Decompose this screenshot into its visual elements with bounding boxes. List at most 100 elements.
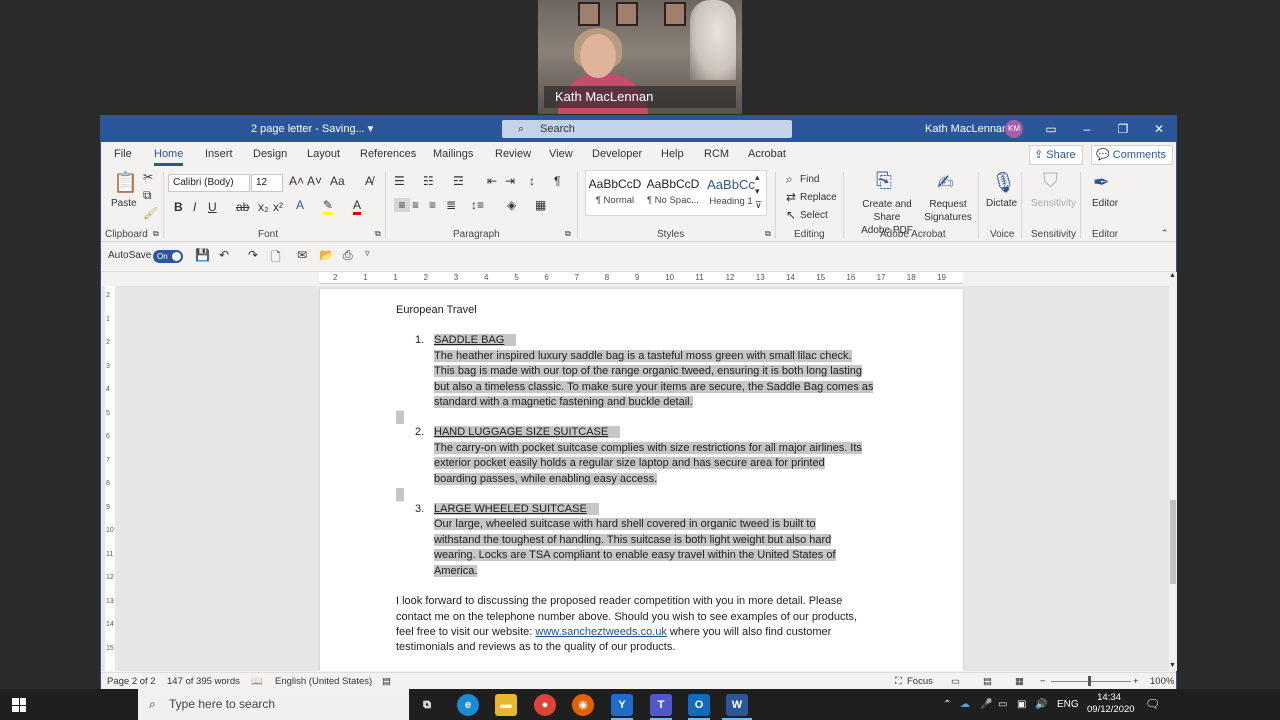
tab-insert[interactable]: Insert (205, 148, 233, 160)
grow-font-icon[interactable]: A˄ (289, 174, 304, 188)
tab-home[interactable]: Home (154, 148, 184, 166)
microphone-icon[interactable]: 🎤 (980, 689, 992, 720)
zoom-slider-thumb[interactable] (1088, 676, 1091, 686)
style-no-spacing[interactable]: AaBbCcD ¶ No Spac... (644, 171, 702, 215)
styles-scroll-down-icon[interactable]: ▾ (755, 186, 760, 197)
highlight-icon[interactable]: ✎ (323, 198, 334, 215)
focus-icon[interactable]: ⛶ (895, 676, 902, 687)
tab-layout[interactable]: Layout (307, 148, 340, 160)
paste-label[interactable]: Paste (111, 198, 137, 209)
tab-file[interactable]: File (114, 148, 132, 160)
user-name[interactable]: Kath MacLennan (925, 123, 1008, 135)
customize-qat-icon[interactable]: ▿ (365, 248, 370, 259)
font-color-icon[interactable]: A (353, 198, 362, 215)
sort-icon[interactable]: ↕ (529, 174, 535, 188)
replace-icon[interactable]: ⇄ (786, 190, 796, 204)
shrink-font-icon[interactable]: A˅ (307, 174, 322, 188)
chrome-icon[interactable]: ● (534, 694, 556, 716)
find-label[interactable]: Find (800, 174, 819, 185)
tab-help[interactable]: Help (661, 148, 684, 160)
dictate-label[interactable]: Dictate (986, 198, 1017, 209)
align-center-icon[interactable]: ≡ (412, 198, 419, 212)
open-folder-icon[interactable]: 📂 (319, 248, 334, 262)
strikethrough-icon[interactable]: ab (236, 200, 249, 214)
style-normal[interactable]: AaBbCcD ¶ Normal (586, 171, 644, 215)
styles-scroll-up-icon[interactable]: ▴ (755, 172, 760, 183)
zoom-in-icon[interactable]: + (1133, 676, 1139, 687)
outlook-icon[interactable]: O (688, 694, 710, 716)
proofing-icon[interactable]: 📖 (251, 676, 263, 687)
print-layout-icon[interactable]: ▤ (983, 676, 992, 687)
horizontal-ruler[interactable]: 2 1 1 2 3 4 5 6 7 8 9 10 11 12 13 14 15 16 17 18 19 (101, 272, 1176, 285)
print-preview-icon[interactable]: ⎙ (343, 248, 353, 263)
share-button[interactable]: ⇪ Share (1029, 145, 1083, 165)
justify-icon[interactable]: ≣ (446, 198, 456, 212)
avatar[interactable]: KM (1005, 120, 1023, 138)
taskbar-search[interactable]: ⌕ Type here to search (138, 689, 409, 720)
increase-indent-icon[interactable]: ⇥ (505, 174, 515, 188)
shading-icon[interactable]: ◈ (507, 198, 516, 212)
tab-acrobat[interactable]: Acrobat (748, 148, 786, 160)
copy-icon[interactable]: ⧉ (143, 188, 152, 203)
align-left-icon[interactable]: ≡ (394, 198, 410, 212)
start-button[interactable] (0, 689, 38, 720)
scroll-up-icon[interactable]: ▲ (1169, 272, 1176, 279)
microphone-icon[interactable]: 🎙 (991, 170, 1016, 195)
bold-icon[interactable]: B (174, 200, 183, 214)
task-view-icon[interactable]: ⧉ (416, 694, 438, 716)
format-painter-icon[interactable]: 🖌 (143, 206, 158, 220)
show-marks-icon[interactable]: ¶ (554, 174, 560, 188)
tab-references[interactable]: References (360, 148, 416, 160)
read-mode-icon[interactable]: ▭ (951, 676, 960, 687)
autosave-toggle[interactable]: On (153, 250, 183, 263)
tab-rcm[interactable]: RCM (704, 148, 729, 160)
undo-icon[interactable]: ↶ (219, 248, 229, 262)
onedrive-icon[interactable]: ☁ (960, 689, 970, 720)
request-signatures-icon[interactable]: ✍ (937, 170, 954, 195)
editor-button-label[interactable]: Editor (1092, 198, 1118, 209)
input-language[interactable]: ENG (1057, 689, 1079, 720)
vertical-ruler[interactable]: 2 1 2 3 4 5 6 7 8 9 10 11 12 13 14 15 (105, 286, 115, 671)
redo-icon[interactable]: ↷ (248, 248, 258, 262)
select-icon[interactable]: ↖ (786, 208, 796, 222)
align-right-icon[interactable]: ≡ (429, 198, 436, 212)
create-pdf-icon[interactable]: ⎘ (876, 170, 892, 193)
website-link[interactable]: www.sancheztweeds.co.uk (535, 626, 666, 638)
tab-review[interactable]: Review (495, 148, 531, 160)
page-body[interactable]: European Travel 1. SADDLE BAG The heathe… (396, 303, 892, 656)
paragraph-dialog-launcher-icon[interactable]: ⧉ (565, 229, 571, 239)
editor-icon[interactable]: ✒ (1093, 170, 1110, 195)
text-effects-icon[interactable]: A (296, 198, 304, 212)
outlook-calendar-icon[interactable]: Y (611, 694, 633, 716)
scroll-thumb[interactable] (1170, 500, 1176, 584)
vertical-scrollbar[interactable]: ▲ ▼ (1169, 272, 1177, 671)
select-label[interactable]: Select (800, 210, 828, 221)
zoom-out-icon[interactable]: − (1040, 676, 1046, 687)
dialog-launcher-icon[interactable]: ⧉ (153, 229, 159, 239)
borders-icon[interactable]: ▦ (535, 198, 546, 212)
tab-developer[interactable]: Developer (592, 148, 642, 160)
teams-icon[interactable]: T (650, 694, 672, 716)
subscript-icon[interactable]: x₂ (258, 200, 269, 214)
restore-icon[interactable]: ❐ (1105, 116, 1141, 142)
web-layout-icon[interactable]: ▦ (1015, 676, 1024, 687)
collapse-ribbon-icon[interactable]: ⌃ (1161, 228, 1169, 239)
decrease-indent-icon[interactable]: ⇤ (487, 174, 497, 188)
ribbon-display-icon[interactable]: ▭ (1033, 116, 1069, 142)
italic-icon[interactable]: I (193, 200, 196, 214)
file-explorer-icon[interactable]: ▬ (495, 694, 517, 716)
font-dialog-launcher-icon[interactable]: ⧉ (375, 229, 381, 239)
tab-design[interactable]: Design (253, 148, 287, 160)
tab-mailings[interactable]: Mailings (433, 148, 473, 160)
styles-dialog-launcher-icon[interactable]: ⧉ (765, 229, 771, 239)
search-box[interactable]: ⌕ Search (502, 120, 792, 138)
battery-icon[interactable]: ▭ (998, 689, 1007, 720)
paste-icon[interactable]: 📋 (113, 170, 138, 196)
request-signatures-button[interactable]: Request Signatures (923, 198, 973, 224)
bullets-icon[interactable]: ☰ (394, 174, 405, 188)
new-document-icon[interactable]: 🗋 (271, 248, 281, 269)
page-count[interactable]: Page 2 of 2 (107, 676, 156, 687)
tray-chevron-icon[interactable]: ⌃ (943, 689, 951, 720)
track-changes-icon[interactable]: ▤ (382, 676, 391, 687)
line-spacing-icon[interactable]: ↕≡ (471, 198, 484, 212)
